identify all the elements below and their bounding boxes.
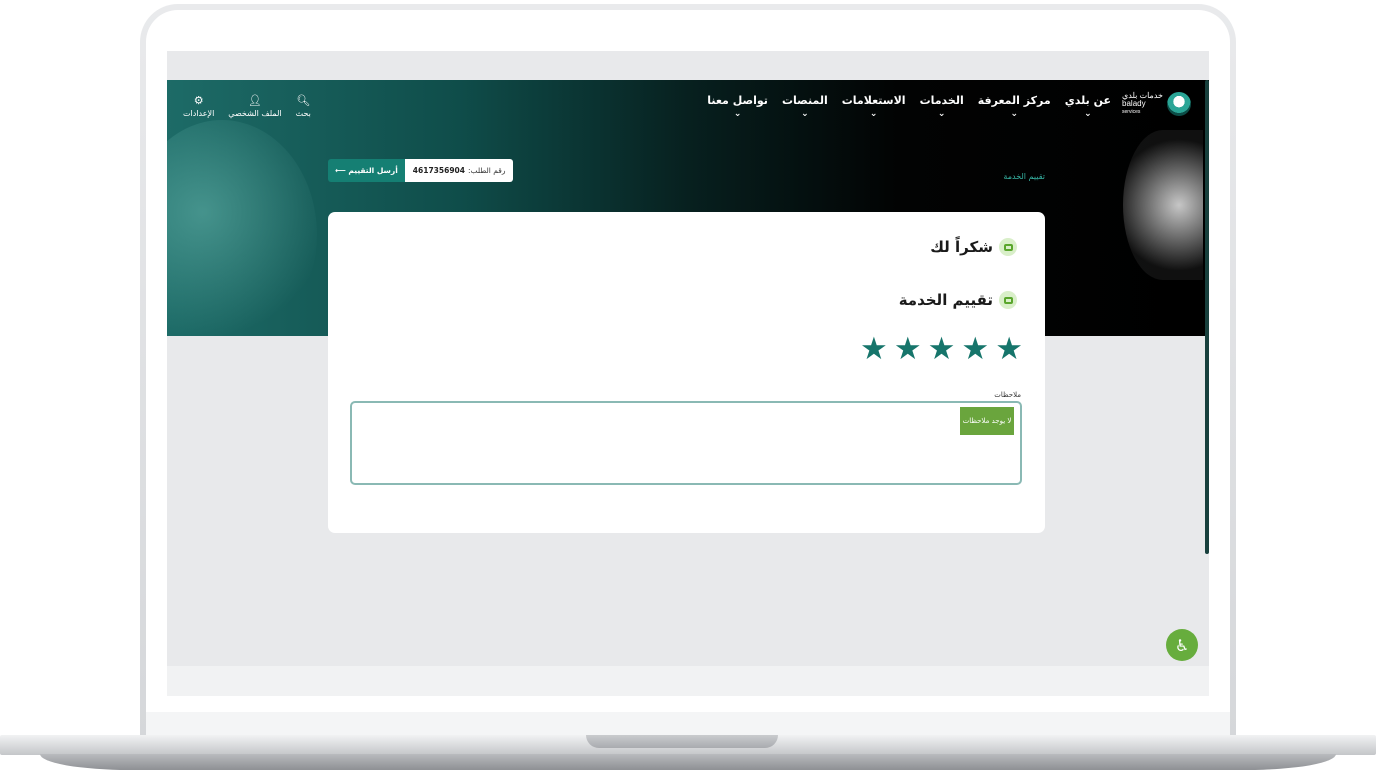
settings-button[interactable]: ⚙ الإعدادات bbox=[183, 94, 214, 118]
star-rating: ★ ★ ★ ★ ★ bbox=[860, 334, 1023, 365]
logo-text: خدمات بلدي balady services bbox=[1122, 92, 1163, 116]
menu-label: تواصل معنا bbox=[707, 94, 768, 107]
palm-decoration-right bbox=[1123, 130, 1203, 280]
rating-heading: تقييم الخدمة bbox=[899, 291, 1017, 309]
menu-item-platforms[interactable]: المنصات ⌄ bbox=[782, 94, 828, 119]
thanks-title: شكراً لك bbox=[930, 238, 993, 256]
balady-logo[interactable]: خدمات بلدي balady services bbox=[1122, 92, 1191, 116]
laptop-chin bbox=[146, 712, 1230, 736]
chevron-down-icon: ⌄ bbox=[1084, 109, 1092, 119]
top-navbar: خدمات بلدي balady services عن بلدي ⌄ مرك… bbox=[167, 80, 1209, 136]
menu-label: الاستعلامات bbox=[841, 94, 906, 107]
request-number-label: رقم الطلب: bbox=[467, 166, 506, 175]
thanks-heading: شكراً لك bbox=[930, 238, 1017, 256]
gear-icon: ⚙ bbox=[193, 94, 204, 107]
star-icon[interactable]: ★ bbox=[860, 334, 888, 365]
breadcrumb[interactable]: تقييم الخدمة bbox=[1003, 172, 1045, 181]
card-icon bbox=[999, 291, 1017, 309]
send-rating-label: أرسل التقييم bbox=[348, 166, 398, 175]
menu-label: المنصات bbox=[781, 94, 828, 107]
chevron-down-icon: ⌄ bbox=[869, 109, 878, 119]
header-tools: 🔍︎ بحث 👤︎ الملف الشخصي ⚙ الإعدادات bbox=[183, 94, 311, 118]
star-icon[interactable]: ★ bbox=[961, 334, 989, 365]
tool-label: الإعدادات bbox=[183, 109, 215, 118]
chevron-down-icon: ⌄ bbox=[801, 109, 809, 119]
palm-decoration-left bbox=[167, 120, 317, 336]
star-icon[interactable]: ★ bbox=[894, 334, 922, 365]
send-rating-button[interactable]: ⟵ أرسل التقييم bbox=[328, 159, 405, 182]
menu-label: الخدمات bbox=[919, 94, 964, 107]
menu-item-about[interactable]: عن بلدي ⌄ bbox=[1065, 94, 1111, 119]
menu-item-knowledge-center[interactable]: مركز المعرفة ⌄ bbox=[978, 94, 1051, 119]
notes-value: لا يوجد ملاحظات bbox=[960, 407, 1014, 435]
rating-title: تقييم الخدمة bbox=[898, 291, 993, 309]
search-button[interactable]: 🔍︎ بحث bbox=[296, 94, 311, 118]
user-icon: 👤︎ bbox=[247, 94, 262, 107]
request-number: رقم الطلب: 4617356904 bbox=[404, 159, 514, 182]
chevron-down-icon: ⌄ bbox=[1010, 109, 1018, 119]
accessibility-icon: ♿︎ bbox=[1174, 635, 1190, 655]
footer-strip bbox=[167, 666, 1209, 696]
scrollbar[interactable] bbox=[1205, 80, 1209, 554]
menu-item-inquiries[interactable]: الاستعلامات ⌄ bbox=[842, 94, 906, 119]
search-icon: 🔍︎ bbox=[296, 94, 311, 107]
logo-text-en: balady bbox=[1122, 99, 1146, 108]
laptop-base-bottom bbox=[40, 754, 1336, 770]
chevron-down-icon: ⌄ bbox=[937, 109, 946, 119]
logo-sub: services bbox=[1122, 109, 1141, 115]
tool-label: بحث bbox=[295, 109, 311, 118]
profile-button[interactable]: 👤︎ الملف الشخصي bbox=[228, 94, 281, 118]
request-bar: ⟵ أرسل التقييم رقم الطلب: 4617356904 bbox=[328, 159, 514, 182]
tool-label: الملف الشخصي bbox=[228, 109, 282, 118]
card-icon bbox=[999, 238, 1017, 256]
star-icon[interactable]: ★ bbox=[928, 334, 956, 365]
menu-label: مركز المعرفة bbox=[977, 94, 1051, 107]
notes-label: ملاحظات bbox=[994, 391, 1021, 399]
arrow-left-icon: ⟵ bbox=[335, 166, 349, 175]
star-icon[interactable]: ★ bbox=[995, 334, 1023, 365]
menu-item-services[interactable]: الخدمات ⌄ bbox=[920, 94, 964, 119]
rating-card: شكراً لك تقييم الخدمة ★ ★ ★ ★ ★ ملاحظات … bbox=[328, 212, 1045, 533]
main-menu: عن بلدي ⌄ مركز المعرفة ⌄ الخدمات ⌄ الاست… bbox=[707, 94, 1111, 119]
request-number-value: 4617356904 bbox=[412, 166, 465, 175]
menu-label: عن بلدي bbox=[1064, 94, 1111, 107]
laptop-mockup: خدمات بلدي balady services عن بلدي ⌄ مرك… bbox=[0, 0, 1376, 773]
notes-textarea[interactable]: لا يوجد ملاحظات bbox=[350, 401, 1022, 485]
laptop-notch bbox=[586, 735, 778, 748]
accessibility-button[interactable]: ♿︎ bbox=[1166, 629, 1198, 661]
palm-logo-icon bbox=[1167, 92, 1191, 116]
screen: خدمات بلدي balady services عن بلدي ⌄ مرك… bbox=[167, 51, 1209, 696]
menu-item-contact[interactable]: تواصل معنا ⌄ bbox=[707, 94, 768, 119]
chevron-down-icon: ⌄ bbox=[733, 109, 742, 119]
